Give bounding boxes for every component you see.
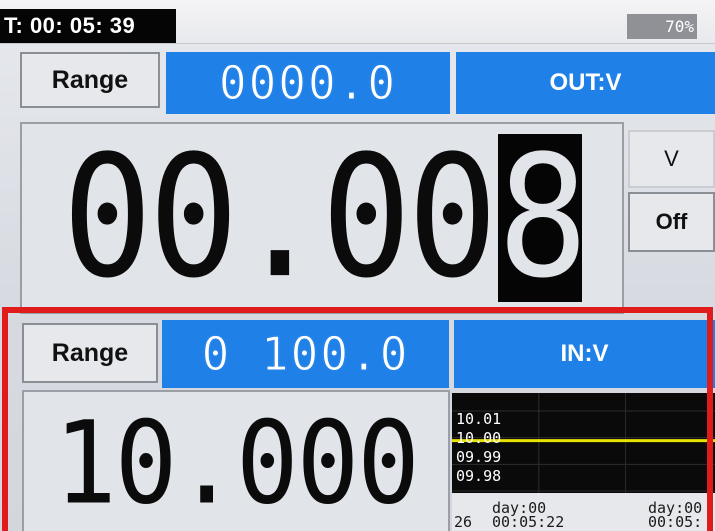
input-reading-panel: 10.000 <box>22 390 450 531</box>
output-range-value: 0000.0 <box>218 56 398 111</box>
input-range-value: 0 100.0 <box>201 327 410 382</box>
input-reading: 10.000 <box>54 395 420 530</box>
input-reading-display: 10.000 <box>24 392 448 531</box>
output-range-button[interactable]: Range <box>20 52 160 108</box>
status-bar: T: 00: 05: 39 70% <box>0 0 715 44</box>
input-range-button[interactable]: Range <box>22 323 158 383</box>
y-tick-label: 09.99 <box>456 448 502 466</box>
y-tick-label: 10.01 <box>456 410 502 428</box>
input-mode-label: IN:V <box>560 340 609 367</box>
x-tick-label-bottom: 00:05: <box>648 513 703 531</box>
instrument-screen: T: 00: 05: 39 70% Range 0000.0 OUT:V 00.… <box>0 0 715 531</box>
battery-indicator: 70% <box>627 14 697 39</box>
output-reading-display: 00.00 8 <box>22 124 622 312</box>
output-cursor-digit[interactable]: 8 <box>497 134 588 302</box>
output-mode-box[interactable]: OUT:V <box>456 52 715 114</box>
output-off-label: Off <box>655 209 688 234</box>
y-tick-label: 10.00 <box>456 429 502 447</box>
output-unit: V <box>628 130 715 188</box>
input-range-value-box[interactable]: 0 100.0 <box>162 320 449 388</box>
output-off-button[interactable]: Off <box>628 192 715 252</box>
output-unit-label: V <box>664 146 679 171</box>
output-reading: 00.00 <box>62 120 498 316</box>
x-tick-label-bottom: 00:05:22 <box>492 513 565 531</box>
elapsed-timer: T: 00: 05: 39 <box>0 9 176 43</box>
output-range-value-box[interactable]: 0000.0 <box>166 52 450 114</box>
x-tick-prefix: 26 <box>454 513 473 531</box>
input-mode-box[interactable]: IN:V <box>454 320 715 388</box>
y-tick-label: 09.98 <box>456 467 502 485</box>
trend-plot-area: 10.01 10.00 09.99 09.98 <box>452 393 715 493</box>
output-range-label: Range <box>51 65 129 94</box>
input-range-label: Range <box>51 338 129 367</box>
output-mode-label: OUT:V <box>549 69 622 96</box>
output-reading-panel: 00.00 8 <box>20 122 624 314</box>
input-trend-chart: 10.01 10.00 09.99 09.98 26 day:00 00:05:… <box>452 393 715 531</box>
